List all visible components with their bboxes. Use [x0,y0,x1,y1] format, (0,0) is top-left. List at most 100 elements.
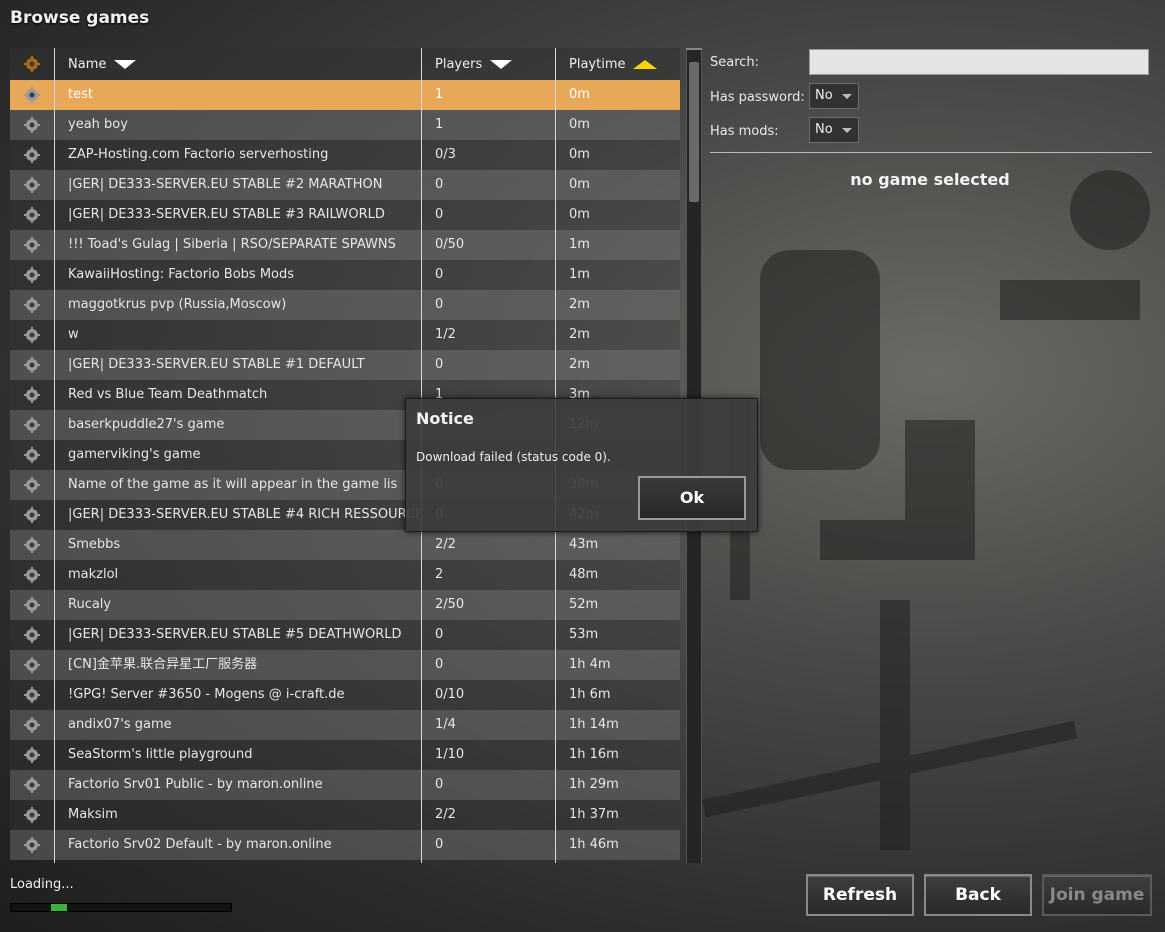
server-name: w [68,327,79,342]
gear-icon [24,747,40,763]
server-players: 0 [435,267,444,282]
gear-icon [24,717,40,733]
search-label: Search: [710,55,760,70]
table-row[interactable]: KawaiiHosting: Factorio Bobs Mods 0 1m [10,260,680,290]
server-playtime: 2m [569,327,590,342]
table-row[interactable]: ZAP-Hosting.com Factorio serverhosting 0/… [10,140,680,170]
column-header-name[interactable]: Name [68,48,137,80]
gear-icon [24,657,40,673]
ok-button[interactable]: Ok [638,476,746,520]
table-header: Name Players Playtime [10,48,680,81]
server-name: andix07's game [68,717,172,732]
page-title: Browse games [10,8,150,28]
server-name: |GER| DE333-SERVER.EU STABLE #4 RICH RES… [68,507,420,522]
sort-desc-icon [490,60,513,69]
has-mods-value: No [815,122,833,137]
loading-label: Loading... [10,877,74,892]
server-players: 0/10 [435,687,465,702]
gear-icon [24,807,40,823]
server-players: 0 [435,207,444,222]
server-name: |GER| DE333-SERVER.EU STABLE #1 DEFAULT [68,357,365,372]
server-playtime: 2m [569,297,590,312]
server-players: 0 [435,627,444,642]
has-mods-dropdown[interactable]: No [809,117,859,143]
table-row[interactable]: |GER| DE333-SERVER.EU STABLE #2 MARATHON… [10,170,680,200]
gear-icon [24,177,40,193]
server-playtime: 0m [569,87,590,102]
gear-icon [24,417,40,433]
server-playtime: 52m [569,597,599,612]
table-row[interactable]: maggotkrus pvp (Russia,Moscow) 0 2m [10,290,680,320]
server-name: makzlol [68,567,119,582]
has-password-dropdown[interactable]: No [809,83,859,109]
table-row[interactable]: [CN]金苹果.联合异星工厂服务器 0 1h 4m [10,650,680,680]
gear-icon [24,447,40,463]
server-players: 2/2 [435,537,456,552]
server-players: 1 [435,87,444,102]
table-row[interactable]: |GER| DE333-SERVER.EU STABLE #3 RAILWORL… [10,200,680,230]
table-row[interactable]: |GER| DE333-SERVER.EU STABLE #5 DEATHWOR… [10,620,680,650]
table-row[interactable]: Factorio Srv02 Default - by maron.online… [10,830,680,860]
table-row[interactable]: !!! Toad's Gulag | Siberia | RSO/SEPARAT… [10,230,680,260]
server-playtime: 0m [569,117,590,132]
server-name: Name of the game as it will appear in th… [68,477,398,492]
back-button[interactable]: Back [924,874,1032,916]
table-row[interactable]: |GER| DE333-SERVER.EU STABLE #1 DEFAULT 0… [10,350,680,380]
server-players: 0 [435,777,444,792]
server-players: 0/50 [435,237,465,252]
table-row[interactable]: w 1/2 2m [10,320,680,350]
table-row[interactable]: makzlol 2 48m [10,560,680,590]
has-mods-label: Has mods: [710,124,779,139]
server-name: maggotkrus pvp (Russia,Moscow) [68,297,287,312]
table-row[interactable]: Factorio Srv01 Public - by maron.online 0… [10,770,680,800]
gear-icon [24,687,40,703]
server-playtime: 0m [569,147,590,162]
refresh-button[interactable]: Refresh [806,874,914,916]
table-row[interactable]: yeah boy 1 0m [10,110,680,140]
gear-icon [24,597,40,613]
table-row[interactable]: SeaStorm's little playground 1/10 1h 16m [10,740,680,770]
server-name: Factorio Srv01 Public - by maron.online [68,777,323,792]
server-playtime: 1h 16m [569,747,619,762]
divider [710,152,1152,153]
loading-progress-bar [10,903,232,912]
server-name: KawaiiHosting: Factorio Bobs Mods [68,267,295,282]
server-playtime: 1h 14m [569,717,619,732]
server-playtime: 1h 6m [569,687,611,702]
gear-icon [24,837,40,853]
table-row[interactable]: test 1 0m [10,80,680,110]
server-name: gamerviking's game [68,447,201,462]
column-header-playtime[interactable]: Playtime [569,48,658,80]
gear-icon [24,147,40,163]
table-row[interactable]: Rucaly 2/50 52m [10,590,680,620]
server-playtime: 48m [569,567,599,582]
gear-icon [24,507,40,523]
gear-icon [24,297,40,313]
table-row[interactable]: andix07's game 1/4 1h 14m [10,710,680,740]
server-name: yeah boy [68,117,128,132]
server-players: 2 [435,567,444,582]
search-input[interactable] [809,49,1149,75]
gear-icon [24,567,40,583]
scrollbar-thumb[interactable] [689,62,699,202]
gear-icon [24,267,40,283]
column-header-players[interactable]: Players [435,48,513,80]
join-game-button[interactable]: Join game [1042,874,1152,916]
server-playtime: 1h 29m [569,777,619,792]
gear-icon [24,117,40,133]
server-name: Maksim [68,807,118,822]
server-name: |GER| DE333-SERVER.EU STABLE #5 DEATHWOR… [68,627,402,642]
table-row[interactable]: Maksim 2/2 1h 37m [10,800,680,830]
server-players: 0/3 [435,147,456,162]
server-playtime: 1m [569,267,590,282]
server-playtime: 0m [569,177,590,192]
gear-icon[interactable] [24,56,40,72]
server-players: 0 [435,177,444,192]
gear-icon [24,627,40,643]
server-name: SeaStorm's little playground [68,747,253,762]
server-players: 1/2 [435,327,456,342]
server-name: Factorio Srv02 Default - by maron.online [68,837,332,852]
table-row[interactable]: Smebbs 2/2 43m [10,530,680,560]
server-name: Smebbs [68,537,121,552]
table-row[interactable]: !GPG! Server #3650 - Mogens @ i-craft.de… [10,680,680,710]
